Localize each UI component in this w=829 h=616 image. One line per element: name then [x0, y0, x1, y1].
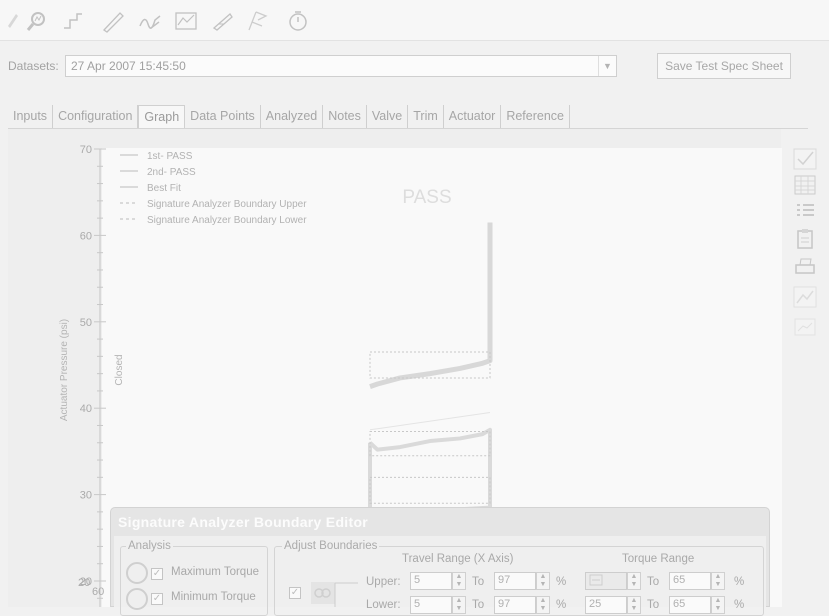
y-tick-label: 20: [78, 577, 91, 589]
disabled-field-icon: [589, 574, 603, 586]
travel-range-label: Travel Range (X Axis): [402, 553, 514, 565]
chart-title: PASS: [402, 187, 451, 208]
minimum-torque-label: Minimum Torque: [171, 591, 256, 603]
to-label: To: [472, 576, 485, 588]
lower-torque-to-stepper[interactable]: ▲ ▼: [711, 596, 725, 614]
lower-torque-from-input[interactable]: 25: [585, 596, 627, 614]
link-boundaries-checkbox[interactable]: ✓: [289, 587, 301, 599]
upper-torque-to-stepper[interactable]: ▲ ▼: [711, 572, 725, 590]
upper-torque-from-input[interactable]: [585, 572, 627, 590]
series-line: [369, 222, 493, 389]
lower-travel-from-input[interactable]: 5: [410, 596, 452, 614]
series-line: [368, 427, 492, 516]
percent-label: %: [734, 576, 745, 588]
upper-torque-from-stepper[interactable]: ▲ ▼: [627, 572, 641, 590]
y-tick-label: 60: [92, 586, 105, 598]
to-label: To: [472, 599, 485, 611]
lower-travel-to-stepper[interactable]: ▲ ▼: [536, 596, 550, 614]
minimum-torque-checkbox[interactable]: ✓: [151, 593, 163, 605]
lower-torque-from-stepper[interactable]: ▲ ▼: [627, 596, 641, 614]
maximum-torque-label: Maximum Torque: [171, 566, 259, 578]
percent-label: %: [556, 576, 567, 588]
upper-travel-from-input[interactable]: 5: [410, 572, 452, 590]
clipboard-icon[interactable]: [793, 228, 817, 250]
upper-travel-to-input[interactable]: 97: [494, 572, 536, 590]
upper-travel-to-stepper[interactable]: ▲ ▼: [536, 572, 550, 590]
y-axis: 20 30 40 50 60 70: [80, 144, 106, 607]
adjust-boundaries-label: Adjust Boundaries: [282, 540, 380, 552]
lower-torque-to-input[interactable]: 65: [669, 596, 711, 614]
legend-label: Signature Analyzer Boundary Lower: [147, 215, 307, 226]
chart-legend: 1st- PASS 2nd- PASS Best Fit Signature Anal…: [120, 151, 307, 226]
series-layer: [368, 222, 493, 534]
y-tick-label: 60: [80, 230, 92, 242]
y-tick-label: 70: [80, 144, 92, 156]
chart-small-icon[interactable]: [793, 316, 817, 338]
upper-travel-from-stepper[interactable]: ▲ ▼: [452, 572, 466, 590]
lower-travel-from-stepper[interactable]: ▲ ▼: [452, 596, 466, 614]
lower-travel-to-input[interactable]: 97: [494, 596, 536, 614]
series-line: [369, 412, 491, 431]
y-axis-label: Actuator Pressure (psi): [59, 319, 70, 421]
boundary-box: [369, 476, 491, 504]
analysis-status-icon: [126, 562, 148, 584]
lower-label: Lower:: [366, 599, 401, 611]
to-label: To: [647, 599, 660, 611]
y-tick-label: 30: [80, 490, 92, 502]
upper-label: Upper:: [366, 576, 401, 588]
link-icon: [310, 578, 358, 607]
legend-label: Signature Analyzer Boundary Upper: [147, 199, 307, 210]
y-tick-label: 40: [80, 403, 92, 415]
legend-label: 2nd- PASS: [147, 167, 196, 178]
closed-label: Closed: [114, 354, 125, 385]
legend-label: 1st- PASS: [147, 151, 193, 162]
percent-label: %: [556, 599, 567, 611]
torque-range-label: Torque Range: [622, 553, 695, 565]
checkmark-icon[interactable]: [793, 148, 817, 170]
analysis-group-label: Analysis: [126, 540, 173, 552]
upper-torque-to-input[interactable]: 65: [669, 572, 711, 590]
maximum-torque-checkbox[interactable]: ✓: [151, 568, 163, 580]
legend-label: Best Fit: [147, 183, 181, 194]
printer-icon[interactable]: [793, 256, 817, 278]
grid-icon[interactable]: [793, 174, 817, 196]
percent-label: %: [734, 599, 745, 611]
chart-line-icon[interactable]: [793, 286, 817, 308]
list-icon[interactable]: [793, 200, 817, 222]
y-tick-label: 50: [80, 317, 92, 329]
to-label: To: [647, 576, 660, 588]
boundary-editor-title: Signature Analyzer Boundary Editor: [118, 514, 369, 530]
